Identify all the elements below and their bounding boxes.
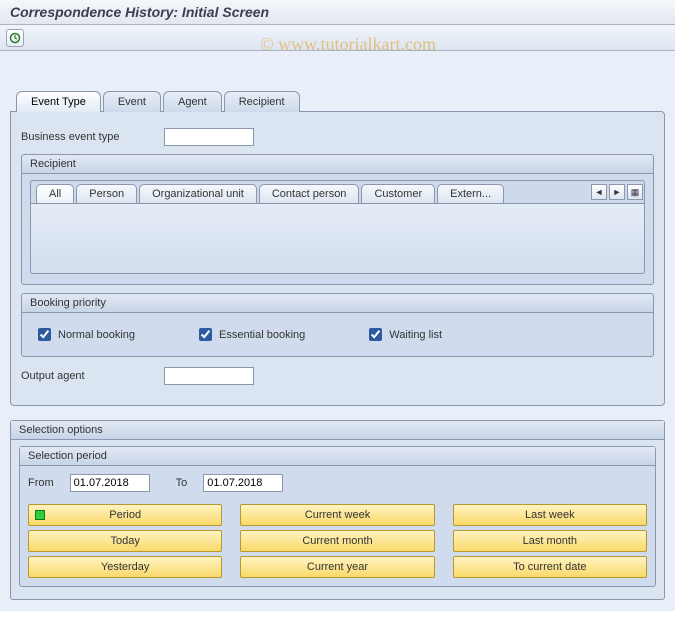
recipient-group: Recipient All Person Organizational unit…: [21, 154, 654, 285]
to-current-date-button[interactable]: To current date: [453, 556, 647, 578]
tab-agent[interactable]: Agent: [163, 91, 222, 112]
selection-period-group: Selection period From To Period: [19, 446, 656, 587]
normal-booking-checkbox[interactable]: [38, 328, 51, 341]
selection-options-title: Selection options: [11, 421, 664, 440]
normal-booking-label: Normal booking: [58, 329, 135, 341]
tab-recipient[interactable]: Recipient: [224, 91, 300, 112]
recipient-group-title: Recipient: [22, 155, 653, 174]
active-indicator-icon: [35, 510, 45, 520]
essential-booking-option[interactable]: Essential booking: [195, 325, 305, 344]
from-date-input[interactable]: [70, 474, 150, 492]
business-event-type-label: Business event type: [21, 131, 156, 143]
current-year-button[interactable]: Current year: [240, 556, 434, 578]
from-label: From: [28, 477, 54, 489]
today-button[interactable]: Today: [28, 530, 222, 552]
recipient-tab-contact[interactable]: Contact person: [259, 184, 360, 203]
period-buttons: Period Current week Last week Today Curr…: [28, 504, 647, 578]
yesterday-button[interactable]: Yesterday: [28, 556, 222, 578]
last-month-button[interactable]: Last month: [453, 530, 647, 552]
tab-event[interactable]: Event: [103, 91, 161, 112]
waiting-list-option[interactable]: Waiting list: [365, 325, 442, 344]
page-title: Correspondence History: Initial Screen: [0, 0, 675, 25]
selection-period-title: Selection period: [20, 447, 655, 466]
essential-booking-label: Essential booking: [219, 329, 305, 341]
main-tabs: Event Type Event Agent Recipient: [10, 91, 665, 112]
normal-booking-option[interactable]: Normal booking: [34, 325, 135, 344]
business-event-type-input[interactable]: [164, 128, 254, 146]
waiting-list-checkbox[interactable]: [369, 328, 382, 341]
work-area: Event Type Event Agent Recipient Busines…: [0, 51, 675, 611]
execute-icon[interactable]: [6, 29, 24, 47]
recipient-tab-all[interactable]: All: [36, 184, 74, 203]
page-title-text: Correspondence History: Initial Screen: [10, 4, 269, 20]
tab-scroll-right-icon[interactable]: ►: [609, 184, 625, 200]
waiting-list-label: Waiting list: [389, 329, 442, 341]
app-toolbar: [0, 25, 675, 51]
last-week-button[interactable]: Last week: [453, 504, 647, 526]
period-button[interactable]: Period: [28, 504, 222, 526]
essential-booking-checkbox[interactable]: [199, 328, 212, 341]
recipient-tab-customer[interactable]: Customer: [361, 184, 435, 203]
tab-list-icon[interactable]: ▦: [627, 184, 643, 200]
output-agent-label: Output agent: [21, 370, 156, 382]
tab-event-type[interactable]: Event Type: [16, 91, 101, 112]
recipient-tab-person[interactable]: Person: [76, 184, 137, 203]
period-button-label: Period: [109, 509, 141, 521]
selection-options-group: Selection options Selection period From …: [10, 420, 665, 600]
output-agent-input[interactable]: [164, 367, 254, 385]
recipient-tab-orgunit[interactable]: Organizational unit: [139, 184, 257, 203]
current-month-button[interactable]: Current month: [240, 530, 434, 552]
tab-panel-event-type: Business event type Recipient All Person…: [10, 111, 665, 406]
tab-scroll-left-icon[interactable]: ◄: [591, 184, 607, 200]
to-label: To: [176, 477, 188, 489]
recipient-tab-content: [30, 204, 645, 274]
booking-priority-title: Booking priority: [22, 294, 653, 313]
recipient-tabs: All Person Organizational unit Contact p…: [30, 180, 645, 204]
to-date-input[interactable]: [203, 474, 283, 492]
recipient-tab-external[interactable]: Extern...: [437, 184, 504, 203]
current-week-button[interactable]: Current week: [240, 504, 434, 526]
booking-priority-group: Booking priority Normal booking Essentia…: [21, 293, 654, 357]
